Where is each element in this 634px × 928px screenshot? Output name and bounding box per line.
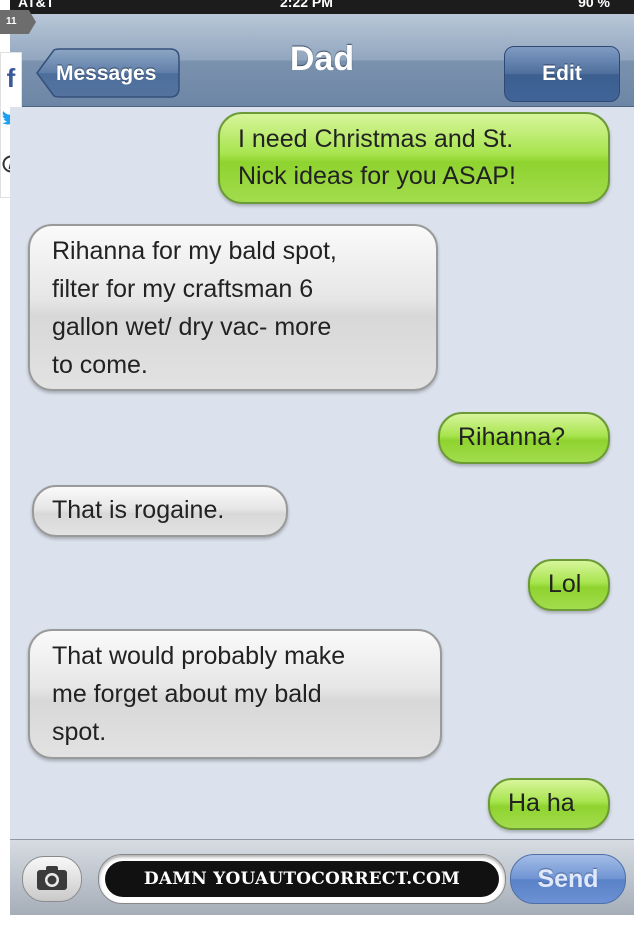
message-line: I need Christmas and St. bbox=[238, 125, 514, 153]
message-line: That is rogaine. bbox=[52, 496, 225, 524]
incoming-message[interactable]: Rihanna for my bald spot, filter for my … bbox=[28, 224, 438, 391]
message-line: Lol bbox=[548, 570, 582, 598]
outgoing-message[interactable]: Rihanna? bbox=[438, 412, 610, 464]
message-line: Nick ideas for you ASAP! bbox=[238, 162, 516, 190]
edit-button[interactable]: Edit bbox=[504, 46, 620, 102]
camera-icon bbox=[37, 866, 67, 890]
outgoing-message[interactable]: Ha ha bbox=[488, 778, 610, 830]
status-bar: AT&T 2:22 PM 90 % bbox=[10, 0, 634, 14]
message-line: spot. bbox=[52, 718, 107, 746]
send-button[interactable]: Send bbox=[510, 854, 626, 904]
carrier-label: AT&T bbox=[18, 0, 55, 10]
clock: 2:22 PM bbox=[280, 0, 333, 10]
message-line: Ha ha bbox=[508, 789, 575, 817]
message-line: Rihanna for my bald spot, bbox=[52, 237, 337, 265]
message-text-field[interactable]: DAMN YOUAUTOCORRECT.COM bbox=[98, 854, 506, 904]
message-line: Rihanna? bbox=[458, 423, 566, 451]
watermark-logo: DAMN YOUAUTOCORRECT.COM bbox=[105, 861, 499, 897]
message-line: gallon wet/ dry vac- more bbox=[52, 313, 332, 341]
page-bottom-margin bbox=[0, 915, 634, 928]
message-line: me forget about my bald bbox=[52, 680, 322, 708]
conversation-area[interactable]: I need Christmas and St. Nick ideas for … bbox=[10, 107, 634, 839]
navigation-bar: Messages Dad Edit bbox=[10, 14, 634, 107]
message-line: to come. bbox=[52, 351, 148, 379]
share-count-badge: 11 bbox=[0, 10, 36, 34]
incoming-message[interactable]: That is rogaine. bbox=[32, 485, 288, 537]
facebook-icon[interactable]: f bbox=[1, 63, 21, 93]
incoming-message[interactable]: That would probably make me forget about… bbox=[28, 629, 442, 759]
camera-button[interactable] bbox=[22, 856, 82, 902]
message-line: That would probably make bbox=[52, 642, 346, 670]
outgoing-message[interactable]: Lol bbox=[528, 559, 610, 611]
outgoing-message[interactable]: I need Christmas and St. Nick ideas for … bbox=[218, 112, 610, 204]
message-line: filter for my craftsman 6 bbox=[52, 275, 314, 303]
battery-label: 90 % bbox=[578, 0, 610, 10]
message-input-bar: DAMN YOUAUTOCORRECT.COM Send bbox=[10, 839, 634, 916]
